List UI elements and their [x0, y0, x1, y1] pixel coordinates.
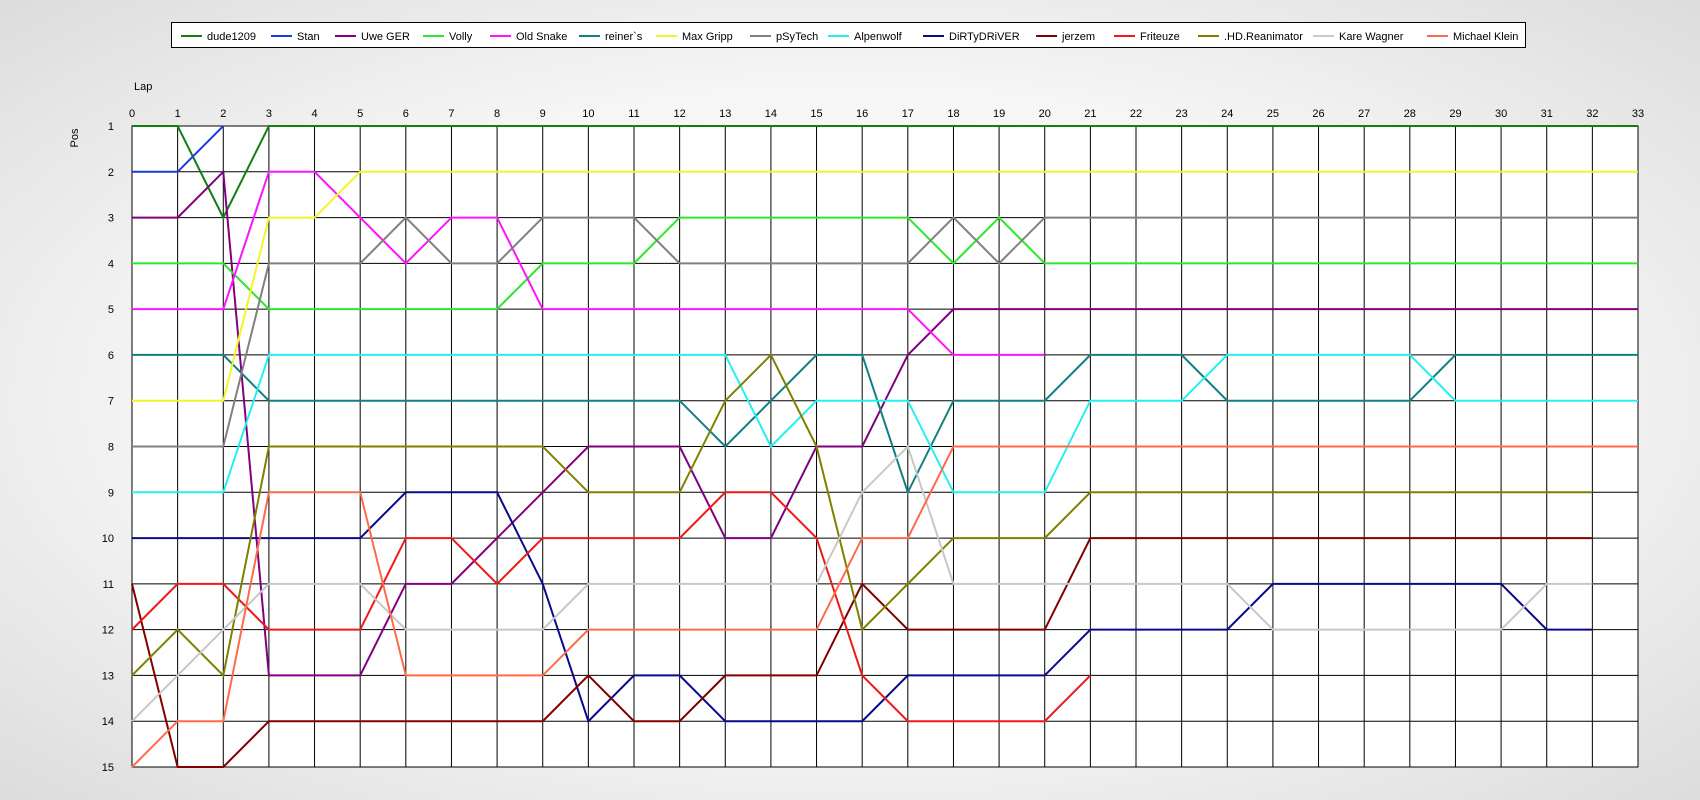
x-tick-label: 27: [1358, 108, 1370, 120]
y-tick-label: 6: [108, 350, 114, 362]
y-tick-label: 1: [108, 121, 114, 133]
y-axis-title: Pos: [69, 128, 81, 147]
legend-entries: dude1209 Stan Uwe GER Volly Old Snake reiner`…: [181, 31, 1518, 43]
y-tick-label: 4: [108, 258, 114, 270]
x-tick-label: 11: [628, 108, 639, 120]
y-tick-label: 15: [102, 762, 114, 774]
legend-label: .HD.Reanimator: [1224, 31, 1303, 43]
x-tick-label: 14: [765, 108, 777, 120]
y-tick-label: 5: [108, 304, 114, 316]
x-tick-label: 0: [129, 108, 135, 120]
chart-svg: dude1209 Stan Uwe GER Volly Old Snake reiner`…: [69, 31, 1644, 774]
x-tick-label: 13: [719, 108, 731, 120]
y-tick-label: 14: [102, 716, 114, 728]
x-tick-label: 5: [357, 108, 363, 120]
y-tick-label: 13: [102, 670, 114, 682]
x-tick-label: 12: [674, 108, 686, 120]
race-position-chart: dude1209 Stan Uwe GER Volly Old Snake reiner`…: [0, 0, 1700, 800]
x-tick-label: 10: [582, 108, 594, 120]
y-tick-label: 8: [108, 442, 114, 454]
y-tick-label: 10: [102, 533, 114, 545]
legend-label: pSyTech: [776, 31, 818, 43]
x-tick-label: 18: [947, 108, 959, 120]
legend-label: Old Snake: [516, 31, 567, 43]
x-tick-label: 24: [1221, 108, 1233, 120]
x-axis-title: Lap: [134, 81, 152, 93]
x-tick-label: 30: [1495, 108, 1507, 120]
x-tick-label: 32: [1586, 108, 1598, 120]
y-tick-label: 7: [108, 396, 114, 408]
x-tick-label: 31: [1541, 108, 1553, 120]
legend-label: Friteuze: [1140, 31, 1180, 43]
legend-label: Max Gripp: [682, 31, 733, 43]
x-tick-label: 17: [902, 108, 914, 120]
x-tick-label: 2: [220, 108, 226, 120]
legend-label: reiner`s: [605, 31, 643, 43]
x-tick-label: 6: [403, 108, 409, 120]
x-tick-label: 29: [1449, 108, 1461, 120]
legend-label: jerzem: [1061, 31, 1095, 43]
x-tick-label: 28: [1404, 108, 1416, 120]
legend-label: dude1209: [207, 31, 256, 43]
x-tick-label: 19: [993, 108, 1005, 120]
y-tick-label: 11: [103, 579, 114, 591]
x-tick-label: 21: [1084, 108, 1096, 120]
y-tick-label: 3: [108, 213, 114, 225]
x-tick-label: 22: [1130, 108, 1142, 120]
legend-label: Uwe GER: [361, 31, 410, 43]
y-tick-label: 9: [108, 487, 114, 499]
x-tick-label: 15: [810, 108, 822, 120]
legend-label: Volly: [449, 31, 473, 43]
legend-label: DiRTyDRiVER: [949, 31, 1020, 43]
x-tick-label: 23: [1176, 108, 1188, 120]
x-tick-label: 1: [175, 108, 181, 120]
legend-label: Stan: [297, 31, 320, 43]
x-tick-label: 8: [494, 108, 500, 120]
legend-label: Kare Wagner: [1339, 31, 1404, 43]
x-tick-label: 33: [1632, 108, 1644, 120]
x-tick-label: 16: [856, 108, 868, 120]
x-tick-label: 3: [266, 108, 272, 120]
x-tick-label: 9: [540, 108, 546, 120]
x-tick-label: 26: [1312, 108, 1324, 120]
x-tick-label: 7: [448, 108, 454, 120]
x-tick-label: 20: [1039, 108, 1051, 120]
x-tick-label: 4: [311, 108, 317, 120]
legend-label: Michael Klein: [1453, 31, 1518, 43]
legend-label: Alpenwolf: [854, 31, 903, 43]
y-tick-label: 2: [108, 167, 114, 179]
x-tick-label: 25: [1267, 108, 1279, 120]
y-tick-label: 12: [102, 625, 114, 637]
